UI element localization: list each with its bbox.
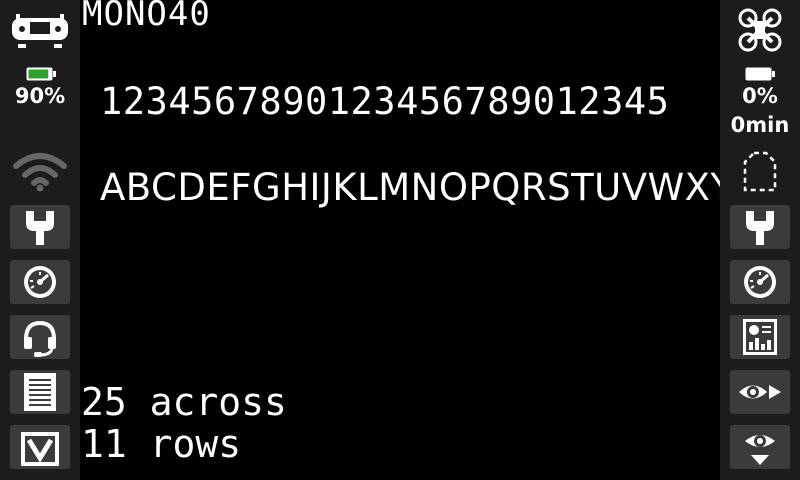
eye-arrow-icon (737, 377, 783, 407)
wrench-icon (740, 207, 780, 247)
telemetry-screen-icon (741, 317, 779, 357)
eye-down-icon (742, 427, 778, 467)
battery-percent: 90% (14, 84, 66, 108)
headset-icon (20, 317, 60, 357)
eye-down-button[interactable] (730, 425, 790, 469)
main-area: MONO40 1234567890123456789012345 ABCDEFG… (80, 0, 733, 480)
document-button[interactable] (10, 370, 70, 414)
folder-button[interactable] (10, 425, 70, 469)
document-icon (22, 372, 58, 412)
font-name-title: MONO40 (82, 0, 211, 34)
rows-count-text: 11 rows (81, 422, 242, 466)
headset-button[interactable] (10, 315, 70, 359)
wrench-button[interactable] (10, 205, 70, 249)
letters-sample-line: ABCDEFGHIJKLMNOPQRSTUVWXY (100, 166, 734, 209)
columns-count-text: 25 across (81, 380, 287, 424)
gauge-button[interactable] (730, 260, 790, 304)
wifi-icon[interactable] (12, 150, 68, 192)
right-sidebar: 0% 0min (720, 0, 800, 480)
drone-icon[interactable] (736, 6, 784, 54)
dashed-frame-icon[interactable] (742, 150, 778, 194)
gauge-icon (22, 264, 58, 300)
battery-percent: 0% (742, 84, 778, 108)
folder-icon (20, 428, 60, 466)
battery-icon (745, 66, 775, 81)
wrench-button[interactable] (730, 205, 790, 249)
radio-icon[interactable] (10, 8, 70, 48)
wrench-icon (20, 207, 60, 247)
gauge-icon (742, 264, 778, 300)
time-remaining: 0min (730, 113, 790, 137)
digits-sample-line: 1234567890123456789012345 (100, 80, 670, 123)
battery-icon (26, 66, 56, 81)
left-sidebar: 90% (0, 0, 80, 480)
eye-arrow-button[interactable] (730, 370, 790, 414)
gauge-button[interactable] (10, 260, 70, 304)
telemetry-screen-button[interactable] (730, 315, 790, 359)
